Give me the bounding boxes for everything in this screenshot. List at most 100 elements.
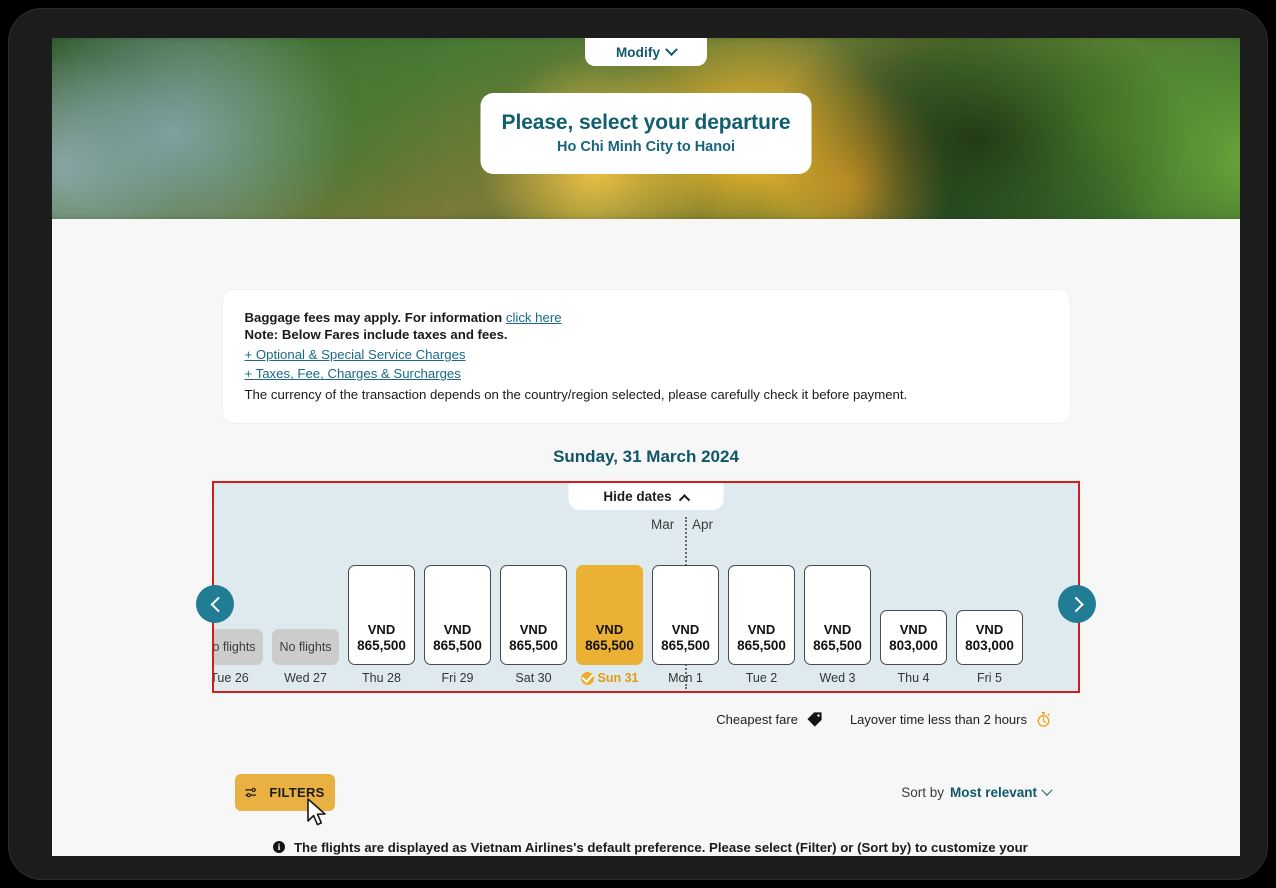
fare-legend: Cheapest fare Layover time less than 2 h… [212,711,1080,728]
fare-currency: VND [672,622,699,638]
chevron-left-icon [210,596,226,612]
legend-layover-label: Layover time less than 2 hours [850,712,1027,727]
device-frame: Modify Please, select your departure Ho … [8,8,1268,880]
date-cell-fare[interactable]: VND865,500 [424,565,491,665]
date-label-text: Tue 26 [212,671,249,685]
fare-currency: VND [824,622,851,638]
date-column: VND865,500 Mon 1 [652,541,719,691]
sliders-icon [245,786,260,799]
baggage-fee-text: Baggage fees may apply. For information [245,310,506,325]
date-column: VND803,000 Fri 5 [956,541,1023,691]
browser-viewport: Modify Please, select your departure Ho … [52,38,1240,856]
hero-banner: Modify Please, select your departure Ho … [52,38,1240,219]
baggage-fee-line: Baggage fees may apply. For information … [245,309,1048,326]
fees-notice-card: Baggage fees may apply. For information … [223,290,1070,423]
date-cell-fare[interactable]: VND865,500 [500,565,567,665]
legend-layover: Layover time less than 2 hours [850,711,1052,728]
fare-amount: 865,500 [813,638,862,655]
filters-button[interactable]: FILTERS [235,774,335,811]
taxes-charges-link[interactable]: + Taxes, Fee, Charges & Surcharges [245,366,461,381]
fare-amount: 865,500 [661,638,710,655]
date-column: VND803,000 Thu 4 [880,541,947,691]
modify-search-button[interactable]: Modify [585,38,707,66]
month-label-right: Apr [692,517,713,532]
date-cell-fare[interactable]: VND803,000 [956,610,1023,665]
fare-amount: 803,000 [965,638,1014,655]
chevron-up-icon [679,494,690,505]
page-title: Please, select your departure [501,110,792,135]
preference-note-text: The flights are displayed as Vietnam Air… [294,838,1042,856]
date-column: VND865,500Tue 2 [728,541,795,691]
fares-note: Note: Below Fares include taxes and fees… [245,326,1048,343]
date-column: VND865,500 Sat 30 [500,541,567,691]
legend-cheapest-fare: Cheapest fare [716,711,823,728]
fare-amount: 865,500 [737,638,786,655]
route-summary-card: Please, select your departure Ho Chi Min… [481,93,812,174]
taxes-charges-row: + Taxes, Fee, Charges & Surcharges [245,365,1048,382]
modify-label: Modify [616,45,660,60]
date-label-text: Wed 27 [284,671,327,685]
filters-label: FILTERS [269,785,324,800]
date-label-text: Fri 29 [442,671,474,685]
date-cell-fare[interactable]: VND865,500 [576,565,643,665]
fare-amount: 803,000 [889,638,938,655]
check-circle-icon [581,672,594,685]
fare-currency: VND [444,622,471,638]
fare-currency: VND [976,622,1003,638]
date-label: Tue 26 [212,665,263,691]
fare-currency: VND [520,622,547,638]
date-cell-fare[interactable]: VND865,500 [728,565,795,665]
carousel-prev-button[interactable] [196,585,234,623]
date-label: Wed 27 [272,665,339,691]
chevron-right-icon [1068,596,1084,612]
date-label: Sun 31 [576,665,643,691]
date-cell-fare[interactable]: VND803,000 [880,610,947,665]
currency-note: The currency of the transaction depends … [245,386,1048,403]
legend-cheapest-label: Cheapest fare [716,712,798,727]
date-label-text: Fri 5 [977,671,1002,685]
fare-amount: 865,500 [509,638,558,655]
date-cell-unavailable: No flights [212,629,263,665]
sort-by-label: Sort by [901,785,944,800]
date-label: Thu 28 [348,665,415,691]
date-track: No flightsTue 26No flightsWed 27VND865,5… [214,541,1078,691]
fare-amount: 865,500 [433,638,482,655]
date-label-text: Thu 28 [362,671,401,685]
date-label: Tue 2 [728,665,795,691]
date-cell-fare[interactable]: VND865,500 [652,565,719,665]
date-cell-fare[interactable]: VND865,500 [348,565,415,665]
date-carousel: Hide dates Mar Apr No flights Tue 26 No fl… [212,481,1080,693]
selected-date-heading: Sunday, 31 March 2024 [52,447,1240,467]
date-label: Wed 3 [804,665,871,691]
preference-note: i The flights are displayed as Vietnam A… [250,838,1042,856]
info-icon: i [273,841,285,853]
month-label-left: Mar [651,517,674,532]
date-label-text: Sat 30 [515,671,551,685]
date-cell-unavailable: No flights [272,629,339,665]
filters-toolbar: FILTERS Sort by Most relevant [212,774,1080,811]
hide-dates-button[interactable]: Hide dates [569,483,724,510]
fare-currency: VND [596,622,623,638]
date-label-text: Sun 31 [598,671,639,685]
date-label-text: Mon 1 [668,671,703,685]
sort-by-value: Most relevant [950,785,1037,800]
chevron-down-icon [1041,784,1052,795]
carousel-next-button[interactable] [1058,585,1096,623]
optional-charges-row: + Optional & Special Service Charges [245,346,1048,363]
price-tag-icon [806,711,823,728]
optional-charges-link[interactable]: + Optional & Special Service Charges [245,347,466,362]
date-column: No flights Wed 27 [272,541,339,691]
no-flights-label: No flights [212,640,256,654]
month-labels: Mar Apr [214,517,1078,537]
date-carousel-wrapper: Hide dates Mar Apr No flights Tue 26 No fl… [212,481,1080,693]
route-label: Ho Chi Minh City to Hanoi [501,139,792,155]
fare-amount: 865,500 [357,638,406,655]
date-label: Mon 1 [652,665,719,691]
click-here-link[interactable]: click here [506,310,562,325]
no-flights-label: No flights [279,640,331,654]
date-cell-fare[interactable]: VND865,500 [804,565,871,665]
sort-by-control[interactable]: Sort by Most relevant [901,785,1051,800]
date-label-text: Wed 3 [820,671,856,685]
date-label: Thu 4 [880,665,947,691]
date-label-text: Thu 4 [898,671,930,685]
